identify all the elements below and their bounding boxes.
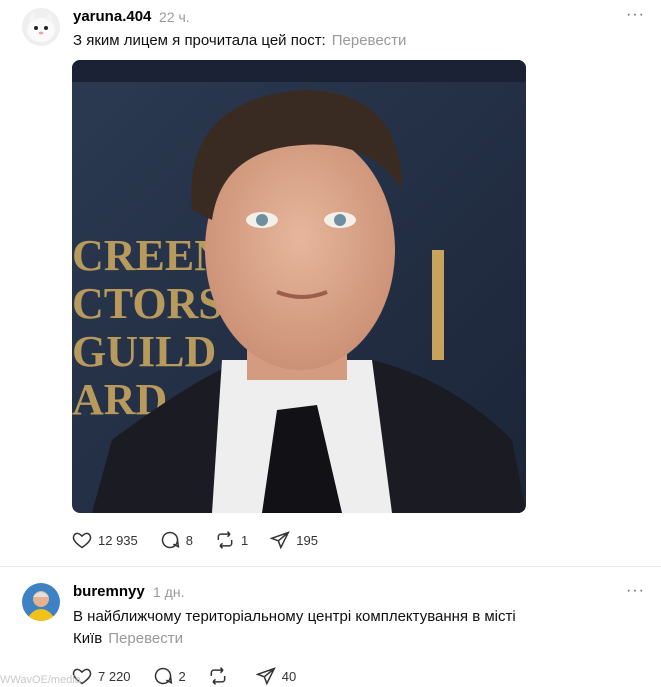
backdrop-text-2: CTORS [72,279,223,328]
post-text-line-2: Київ [73,630,103,647]
post-text: В найближчому територіальному центрі ком… [73,606,633,650]
post-text-content: З яким лицем я прочитала цей пост: [73,32,326,49]
avatar[interactable] [22,583,60,621]
avatar[interactable] [22,8,60,46]
comment-count: 2 [178,668,186,684]
repost-icon [217,531,233,549]
backdrop-text-3: GUILD [72,327,216,376]
post-actions: 7 220 2 40 [72,665,318,687]
repost-count: 1 [241,532,249,548]
like-count: 12 935 [98,532,138,548]
send-icon [270,531,291,550]
person-photo: CREEN CTORS GUILD ARD [72,60,526,513]
share-button[interactable]: 40 [255,666,297,686]
comment-icon [154,667,172,685]
repost-icon [210,667,226,685]
like-button[interactable]: 12 935 [72,530,138,550]
post-image[interactable]: CREEN CTORS GUILD ARD [72,60,526,513]
post-divider [0,566,661,567]
share-count: 195 [296,532,318,548]
heart-icon [72,532,92,549]
comment-icon [161,531,180,549]
comment-button[interactable]: 8 [160,530,193,550]
more-options-icon[interactable]: ··· [626,582,645,600]
share-button[interactable]: 195 [270,530,318,550]
username[interactable]: buremnyy [73,583,145,600]
translate-link[interactable]: Перевести [108,630,183,647]
cat-avatar-icon [22,8,60,46]
send-icon [255,667,276,686]
repost-button[interactable] [208,666,234,686]
repost-button[interactable]: 1 [215,530,248,550]
watermark: WWavOE/media [0,674,81,686]
more-options-icon[interactable]: ··· [626,6,645,24]
comment-count: 8 [185,532,193,548]
post-actions: 12 935 8 1 195 [72,529,340,551]
post-text-line-1: В найближчому територіальному центрі ком… [73,608,516,625]
backdrop-text-1: CREEN [72,231,226,280]
post-text: З яким лицем я прочитала цей пост: Переве… [73,30,406,52]
translate-link[interactable]: Перевести [332,32,407,49]
person-avatar-icon [22,583,60,621]
like-count: 7 220 [98,668,131,684]
post-time: 22 ч. [159,9,190,25]
post-time: 1 дн. [153,584,185,600]
username[interactable]: yaruna.404 [73,8,151,25]
share-count: 40 [281,668,297,684]
comment-button[interactable]: 2 [153,666,186,686]
